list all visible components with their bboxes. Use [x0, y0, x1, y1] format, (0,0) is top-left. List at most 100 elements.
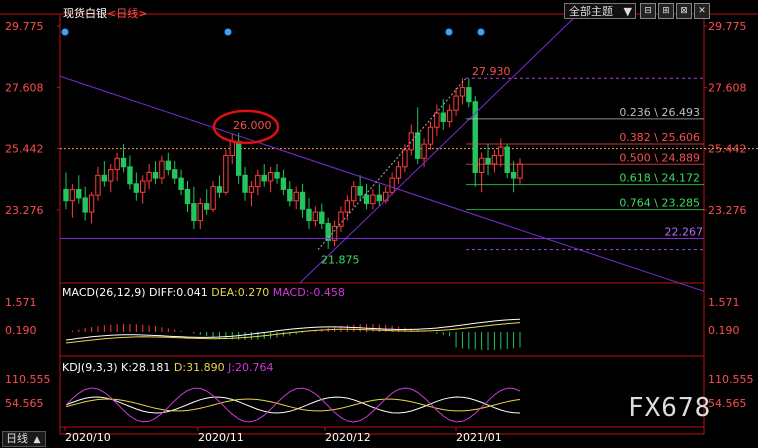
y-tick-label-left: 23.276 — [5, 204, 44, 217]
candle — [63, 172, 69, 210]
period-selector-label: 日线 — [6, 432, 28, 445]
candle — [248, 180, 255, 207]
y-tick-label-left: 25.442 — [5, 143, 44, 156]
candle — [306, 197, 312, 230]
candle-body — [408, 132, 414, 151]
candle — [344, 195, 351, 221]
macd-dea: DEA:0.270 — [211, 286, 270, 299]
candle-body — [114, 157, 120, 171]
theme-dropdown[interactable]: 全部主题 ▼ — [564, 3, 636, 19]
candle — [255, 169, 261, 196]
high-annotation-2: 27.930 — [472, 65, 511, 78]
restore-panel-button[interactable]: ⊠ — [676, 3, 692, 19]
instrument-name: 现货白银 — [63, 7, 107, 20]
macd-y-tick-right: 1.571 — [708, 296, 740, 309]
candle — [191, 186, 197, 230]
candle-body — [510, 171, 517, 179]
candle-body — [363, 194, 370, 205]
candle-body — [242, 174, 248, 193]
macd-label: MACD(26,12,9) — [62, 286, 146, 299]
kdj-y-tick-left: 54.565 — [5, 397, 44, 410]
candle — [466, 79, 472, 108]
candle — [446, 104, 453, 128]
kdj-j: J:20.764 — [228, 361, 274, 374]
theme-dropdown-label: 全部主题 — [569, 5, 613, 18]
event-marker — [445, 28, 453, 36]
candle-body — [146, 171, 152, 182]
y-tick-label-right: 29.775 — [708, 20, 747, 33]
candle-body — [287, 188, 293, 202]
candle-body — [427, 126, 434, 145]
candle — [293, 186, 299, 210]
y-tick-label-right: 27.608 — [708, 81, 747, 94]
candle — [165, 152, 172, 176]
chevron-down-icon: ▼ — [623, 5, 632, 18]
macd-y-tick-left: 0.190 — [5, 324, 37, 337]
candle-body — [498, 146, 504, 156]
candle — [280, 169, 287, 196]
macd-diff: DIFF:0.041 — [149, 286, 208, 299]
y-tick-label-left: 27.608 — [5, 81, 44, 94]
candle — [133, 172, 140, 201]
candle-body — [159, 160, 165, 179]
candle-body — [306, 208, 312, 222]
candle — [210, 180, 216, 213]
candle — [223, 149, 229, 196]
period-indicator[interactable]: <日线> — [107, 7, 147, 20]
candle — [159, 155, 165, 184]
watermark-logo: FX678 — [628, 393, 712, 423]
macd-y-tick-left: 1.571 — [5, 296, 37, 309]
candle-body — [319, 211, 325, 224]
kdj-k: K:28.181 — [121, 361, 171, 374]
candle — [510, 161, 517, 193]
candle — [146, 163, 152, 190]
candle-body — [165, 160, 172, 171]
candle-body — [203, 203, 210, 210]
candle-body — [88, 194, 95, 213]
candle — [517, 158, 523, 184]
candle — [331, 220, 338, 247]
candle-body — [197, 203, 203, 222]
candle-body — [325, 222, 331, 241]
kdj-j-line — [65, 387, 521, 423]
candle-body — [370, 194, 376, 205]
candle-body — [491, 154, 498, 165]
descending-trendline — [59, 75, 705, 292]
candle — [434, 104, 440, 136]
candle — [178, 169, 184, 196]
candle — [440, 98, 446, 131]
candle — [351, 180, 357, 207]
close-panel-button[interactable]: ✕ — [694, 3, 710, 19]
candle-body — [299, 191, 306, 210]
kdj-y-tick-left: 110.555 — [5, 373, 51, 386]
candle — [242, 166, 248, 201]
candle-body — [178, 177, 184, 190]
candle-body — [351, 186, 357, 202]
event-marker — [61, 28, 69, 36]
candle — [152, 161, 159, 184]
candle-body — [229, 140, 235, 156]
expand-panel-button[interactable]: ⊞ — [658, 3, 674, 19]
candle — [299, 183, 306, 218]
candle-body — [95, 174, 101, 196]
y-tick-label-left: 29.775 — [5, 20, 44, 33]
candle-body — [517, 163, 523, 179]
candle — [319, 203, 325, 230]
event-marker — [224, 28, 232, 36]
candle — [216, 175, 223, 198]
candle — [235, 132, 242, 184]
chart-canvas[interactable]: 29.775 29.77527.608 27.60825.442 25.44223.2… — [0, 0, 758, 448]
minimize-panel-button[interactable]: ⊟ — [640, 3, 656, 19]
fib-level-label: 0.618 \ 24.172 — [619, 172, 700, 185]
period-selector-button[interactable]: 日线 ▲ — [2, 431, 46, 447]
candle — [127, 155, 133, 190]
chart-title: 现货白银<日线> — [63, 5, 147, 21]
candle-body — [255, 174, 261, 188]
candle — [88, 192, 95, 224]
candle-body — [76, 188, 82, 199]
candle-body — [434, 112, 440, 128]
chevron-up-icon: ▲ — [33, 435, 41, 445]
candle — [184, 180, 191, 213]
candle — [370, 189, 376, 210]
candle — [287, 180, 293, 207]
